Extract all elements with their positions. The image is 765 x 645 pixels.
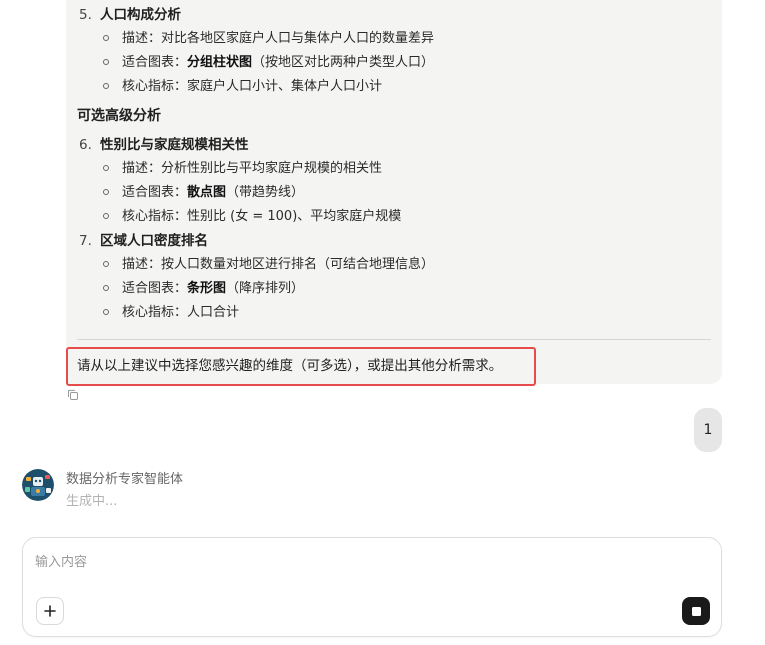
chat-canvas: 5. 人口构成分析 描述：对比各地区家庭户人口与集体户人口的数量差异 适合图表：分… xyxy=(0,0,765,645)
message-input[interactable] xyxy=(35,552,695,572)
message-composer xyxy=(22,537,722,637)
agent-avatar xyxy=(22,469,54,501)
bullet-item: 适合图表：条形图（降序排列） xyxy=(103,280,304,298)
list-title: 人口构成分析 xyxy=(100,7,181,23)
bullet-circle-icon xyxy=(103,212,109,219)
stop-generation-button[interactable] xyxy=(682,597,710,625)
bullet-circle-icon xyxy=(103,260,109,267)
bullet-circle-icon xyxy=(103,164,109,171)
bullet-item: 适合图表：散点图（带趋势线） xyxy=(103,184,304,202)
agent-name: 数据分析专家智能体 xyxy=(66,472,184,487)
plus-icon xyxy=(44,605,56,617)
robot-avatar-icon xyxy=(22,469,54,501)
list-number: 5. xyxy=(79,7,92,23)
bullet-item: 描述：分析性别比与平均家庭户规模的相关性 xyxy=(103,160,382,178)
add-button[interactable] xyxy=(36,597,64,625)
list-number: 7. xyxy=(79,233,92,249)
list-item-6: 6. 性别比与家庭规模相关性 xyxy=(79,136,249,154)
bullet-item: 核心指标：人口合计 xyxy=(103,304,239,322)
divider xyxy=(77,339,711,340)
bullet-item: 核心指标：家庭户人口小计、集体户人口小计 xyxy=(103,78,382,96)
bullet-circle-icon xyxy=(103,308,109,315)
list-title: 性别比与家庭规模相关性 xyxy=(100,137,249,153)
bullet-item: 描述：对比各地区家庭户人口与集体户人口的数量差异 xyxy=(103,30,434,48)
agent-status: 生成中... xyxy=(66,494,118,509)
copy-icon[interactable] xyxy=(67,389,79,401)
bullet-item: 描述：按人口数量对地区进行排名（可结合地理信息） xyxy=(103,256,434,274)
bullet-circle-icon xyxy=(103,284,109,291)
list-number: 6. xyxy=(79,137,92,153)
bullet-item: 核心指标：性别比 (女 = 100)、平均家庭户规模 xyxy=(103,208,401,226)
bullet-item: 适合图表：分组柱状图（按地区对比两种户类型人口） xyxy=(103,54,434,72)
bullet-circle-icon xyxy=(103,34,109,41)
list-title: 区域人口密度排名 xyxy=(100,233,208,249)
stop-icon xyxy=(691,606,701,616)
section-title: 可选高级分析 xyxy=(77,108,161,124)
bullet-circle-icon xyxy=(103,188,109,195)
bullet-circle-icon xyxy=(103,58,109,65)
highlighted-question: 请从以上建议中选择您感兴趣的维度（可多选），或提出其他分析需求。 xyxy=(66,347,536,386)
list-item-5: 5. 人口构成分析 xyxy=(79,6,181,24)
user-message-bubble: 1 xyxy=(694,408,722,452)
list-item-7: 7. 区域人口密度排名 xyxy=(79,232,208,250)
bullet-circle-icon xyxy=(103,82,109,89)
